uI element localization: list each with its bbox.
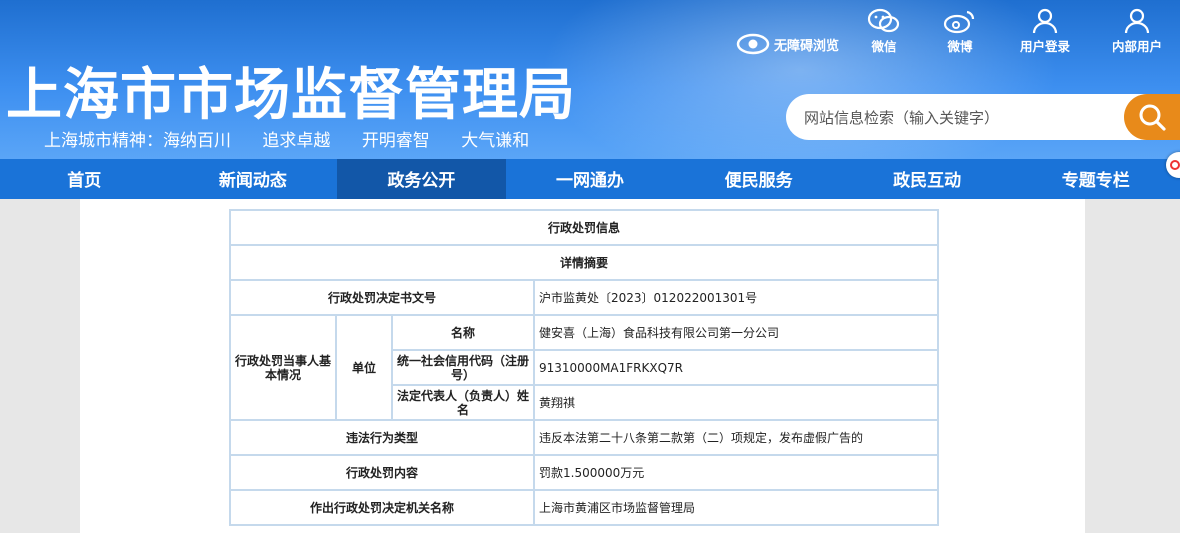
nav-item-online-services[interactable]: 一网通办 xyxy=(506,159,675,199)
accessibility-label: 无障碍浏览 xyxy=(774,38,840,54)
slogan-part: 开明睿智 xyxy=(361,131,430,151)
name-label: 名称 xyxy=(391,314,535,351)
name-value: 健安喜（上海）食品科技有限公司第一分公司 xyxy=(532,314,940,351)
penalty-content-label: 行政处罚内容 xyxy=(229,454,535,491)
table-row: 作出行政处罚决定机关名称 上海市黄浦区市场监督管理局 xyxy=(229,489,940,526)
eye-icon xyxy=(736,33,770,55)
credit-code-label: 统一社会信用代码（注册号） xyxy=(391,349,535,386)
search-icon xyxy=(1139,104,1166,131)
slogan-part: 大气谦和 xyxy=(461,131,530,151)
user-login-label: 用户登录 xyxy=(1019,39,1070,54)
nav-item-special-topics[interactable]: 专题专栏 xyxy=(1011,159,1180,199)
wechat-link[interactable]: 微信 xyxy=(849,8,919,55)
table-title: 行政处罚信息 xyxy=(228,209,940,246)
authority-value: 上海市黄浦区市场监督管理局 xyxy=(532,489,940,526)
penalty-detail-table: 行政处罚信息 详情摘要 行政处罚决定书文号 沪市监黄处〔2023〕0120220… xyxy=(228,209,940,526)
nav-item-interaction[interactable]: 政民互动 xyxy=(843,159,1012,199)
weibo-icon xyxy=(943,10,975,34)
weibo-label: 微博 xyxy=(947,39,973,54)
table-row: 详情摘要 xyxy=(228,244,940,281)
doc-no-label: 行政处罚决定书文号 xyxy=(229,279,535,316)
representative-value: 黄翔祺 xyxy=(532,384,940,421)
main-nav: 首页 新闻动态 政务公开 一网通办 便民服务 政民互动 专题专栏 xyxy=(0,159,1180,199)
table-row: 行政处罚内容 罚款1.500000万元 xyxy=(229,454,940,491)
nav-item-government-affairs[interactable]: 政务公开 xyxy=(337,159,506,199)
nav-item-news[interactable]: 新闻动态 xyxy=(169,159,338,199)
search-button[interactable] xyxy=(1124,94,1180,140)
table-subtitle: 详情摘要 xyxy=(228,244,940,281)
violation-label: 违法行为类型 xyxy=(229,419,535,456)
site-title[interactable]: 上海市市场监督管理局 xyxy=(6,50,576,131)
authority-label: 作出行政处罚决定机关名称 xyxy=(229,489,535,526)
violation-value: 违反本法第二十八条第二款第（二）项规定，发布虚假广告的 xyxy=(532,419,940,456)
table-row: 行政处罚信息 xyxy=(228,209,940,246)
party-label: 行政处罚当事人基本情况 xyxy=(229,314,337,421)
user-icon xyxy=(1124,8,1150,34)
slogan-part: 追求卓越 xyxy=(262,131,331,151)
internal-user-label: 内部用户 xyxy=(1111,39,1162,54)
slogan-part: 上海城市精神：海纳百川 xyxy=(44,131,231,151)
search-box xyxy=(786,94,1176,140)
site-header: 上海市市场监督管理局 上海城市精神：海纳百川 追求卓越 开明睿智 大气谦和 无障… xyxy=(0,0,1180,159)
table-row: 行政处罚决定书文号 沪市监黄处〔2023〕012022001301号 xyxy=(229,279,940,316)
table-row: 行政处罚当事人基本情况 单位 名称 健安喜（上海）食品科技有限公司第一分公司 xyxy=(229,314,940,421)
nav-item-public-services[interactable]: 便民服务 xyxy=(674,159,843,199)
credit-code-value: 91310000MA1FRKXQ7R xyxy=(532,349,940,386)
user-icon xyxy=(1032,8,1058,34)
table-row: 违法行为类型 违反本法第二十八条第二款第（二）项规定，发布虚假广告的 xyxy=(229,419,940,456)
penalty-content-value: 罚款1.500000万元 xyxy=(532,454,940,491)
wechat-label: 微信 xyxy=(871,39,897,54)
chat-icon xyxy=(1170,160,1180,170)
weibo-link[interactable]: 微博 xyxy=(925,8,995,55)
doc-no-value: 沪市监黄处〔2023〕012022001301号 xyxy=(532,279,940,316)
nav-item-home[interactable]: 首页 xyxy=(0,159,169,199)
wechat-icon xyxy=(867,8,900,33)
search-input[interactable] xyxy=(802,106,1126,130)
internal-user-link[interactable]: 内部用户 xyxy=(1102,8,1172,55)
accessibility-link[interactable]: 无障碍浏览 xyxy=(736,30,839,58)
unit-label: 单位 xyxy=(335,314,393,421)
representative-label: 法定代表人（负责人）姓名 xyxy=(391,384,535,421)
city-slogan: 上海城市精神：海纳百川 追求卓越 开明睿智 大气谦和 xyxy=(44,126,555,151)
user-login-link[interactable]: 用户登录 xyxy=(1010,8,1080,55)
